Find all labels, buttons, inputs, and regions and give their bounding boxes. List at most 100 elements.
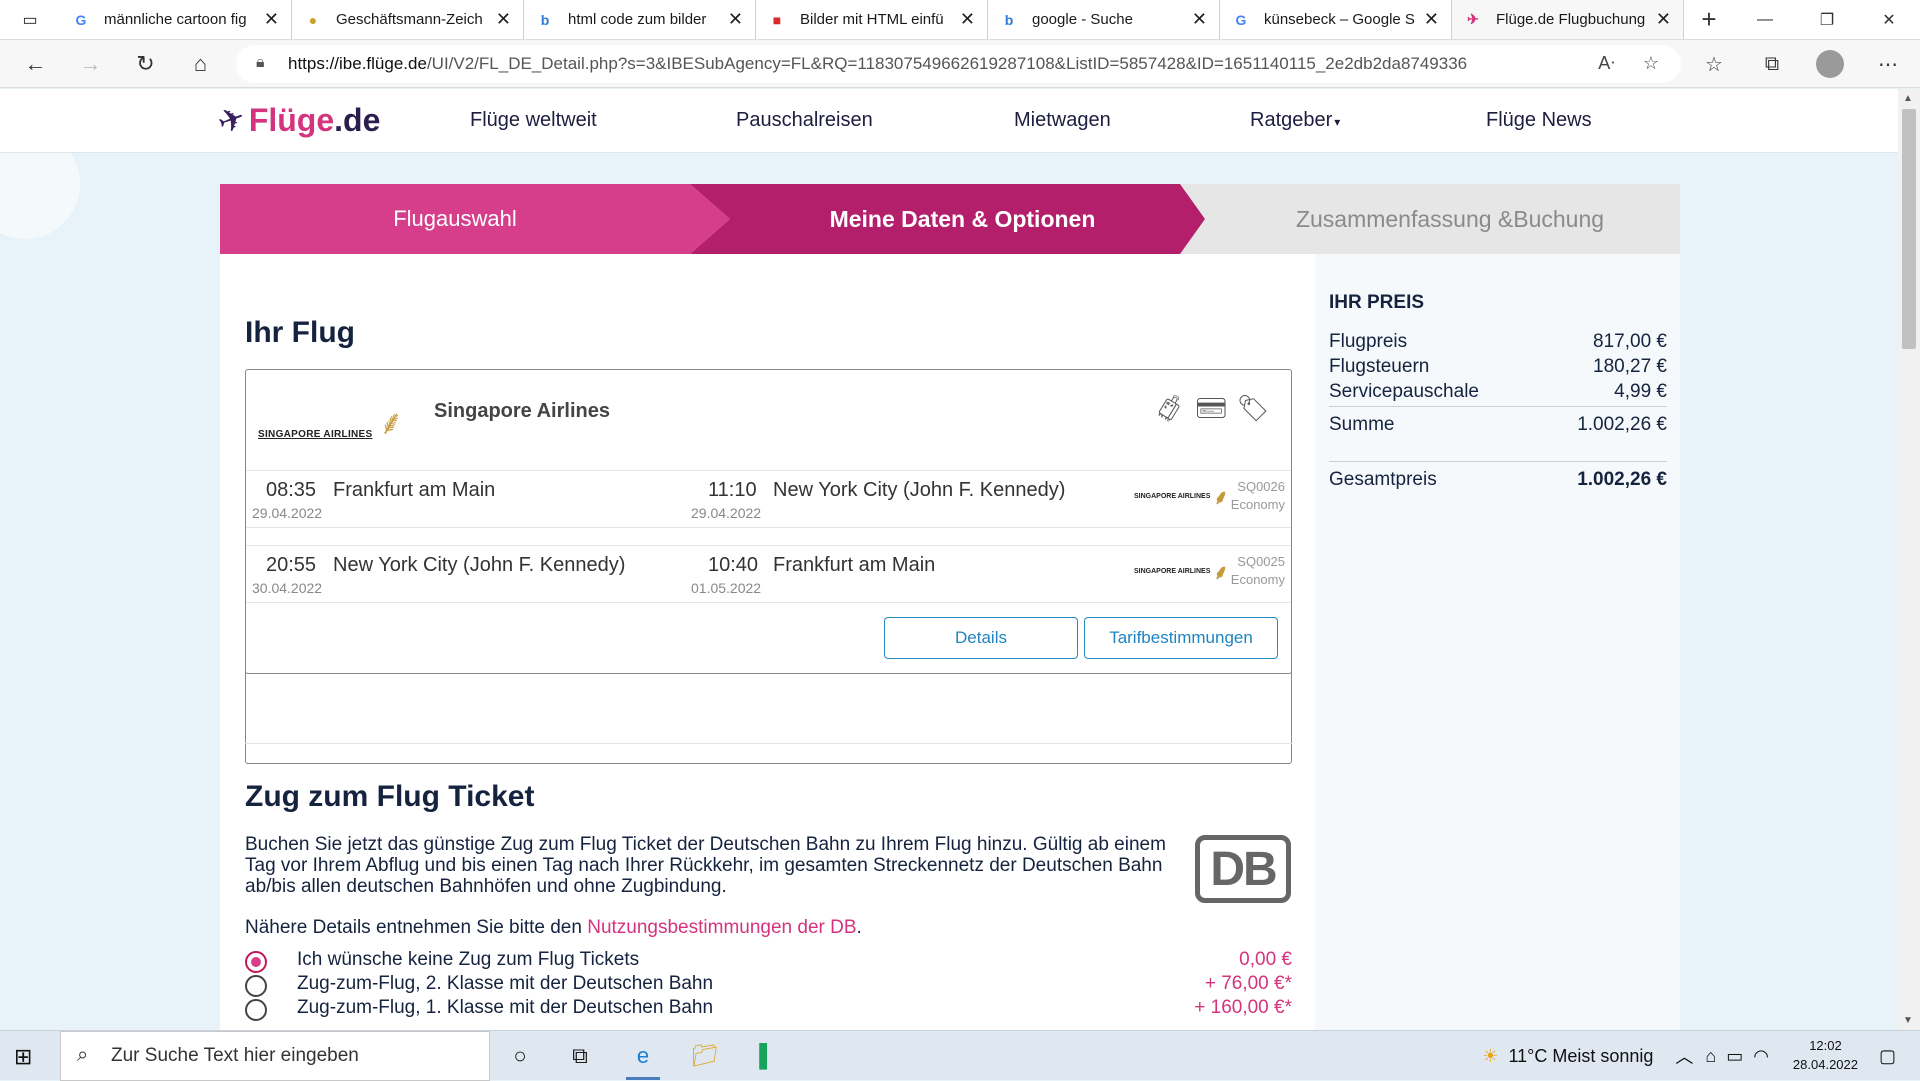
toolbar-right: ☆ ⧉ ⋯ bbox=[1692, 40, 1910, 88]
nav-pauschalreisen[interactable]: Pauschalreisen bbox=[736, 109, 873, 132]
clock[interactable]: 12:02 28.04.2022 bbox=[1793, 1036, 1858, 1074]
scroll-thumb[interactable] bbox=[1902, 109, 1916, 349]
price-divider bbox=[1329, 406, 1667, 407]
close-icon[interactable]: ✕ bbox=[1424, 9, 1439, 30]
profile-avatar[interactable] bbox=[1808, 50, 1852, 78]
battery-icon[interactable]: ▭ bbox=[1726, 1046, 1743, 1067]
read-aloud-icon[interactable]: Aᐧ bbox=[1598, 53, 1615, 74]
airline-name: Singapore Airlines bbox=[434, 400, 610, 422]
scroll-down-icon[interactable]: ▼ bbox=[1903, 1015, 1913, 1026]
lock-icon: 🔒︎ bbox=[256, 54, 265, 71]
browser-tab[interactable]: G männliche cartoon fig ✕ bbox=[60, 0, 292, 39]
plus-icon: + bbox=[1701, 4, 1717, 34]
singapore-bird-icon: ⸙ bbox=[378, 404, 405, 442]
tab-label: künsebeck – Google S bbox=[1264, 11, 1415, 28]
url-icons: Aᐧ ☆ bbox=[1598, 53, 1659, 74]
avatar bbox=[1816, 50, 1844, 78]
site-logo[interactable]: ✈ Flüge.de bbox=[213, 99, 381, 142]
forward-button[interactable]: → bbox=[63, 40, 118, 88]
nav-fluege-weltweit[interactable]: Flüge weltweit bbox=[470, 109, 597, 132]
wifi-icon[interactable]: ◠ bbox=[1753, 1046, 1769, 1067]
tab-label: google - Suche bbox=[1032, 11, 1133, 28]
logo-tld: .de bbox=[334, 101, 381, 138]
favorites-icon[interactable]: ☆ bbox=[1692, 52, 1736, 77]
close-icon[interactable]: ✕ bbox=[1656, 9, 1671, 30]
arrow-right-icon: → bbox=[79, 50, 102, 76]
add-favorite-icon[interactable]: ☆ bbox=[1643, 53, 1659, 74]
url-field[interactable]: 🔒︎ https://ibe.flüge.de/UI/V2/FL_DE_Deta… bbox=[236, 45, 1681, 83]
airline-mini-logo: SINGAPORE AIRLINES ⸙ bbox=[1134, 483, 1228, 510]
step-meine-daten: Meine Daten & Optionen bbox=[690, 184, 1205, 254]
notification-icon[interactable]: ▢ bbox=[1879, 1046, 1896, 1067]
browser-tab-active[interactable]: ✈ Flüge.de Flugbuchung ✕ bbox=[1452, 0, 1684, 39]
total-label: Gesamtpreis bbox=[1329, 469, 1437, 490]
reload-button[interactable]: ↻ bbox=[118, 40, 173, 88]
browser-tab[interactable]: b html code zum bilder ✕ bbox=[524, 0, 756, 39]
home-button[interactable]: ⌂ bbox=[173, 40, 228, 88]
cortana-icon[interactable]: ○ bbox=[495, 1031, 545, 1081]
details-button[interactable]: Details bbox=[884, 617, 1078, 659]
browser-tab[interactable]: ● Geschäftsmann-Zeich ✕ bbox=[292, 0, 524, 39]
browser-tab[interactable]: ■ Bilder mit HTML einfü ✕ bbox=[756, 0, 988, 39]
airline-mini-logo-text: SINGAPORE AIRLINES bbox=[1134, 493, 1211, 500]
price-title: IHR PREIS bbox=[1329, 292, 1425, 313]
minimize-button[interactable]: — bbox=[1734, 0, 1796, 40]
restore-button[interactable]: ❐ bbox=[1796, 0, 1858, 40]
close-icon[interactable]: ✕ bbox=[1192, 9, 1207, 30]
tab-label: Flüge.de Flugbuchung bbox=[1496, 11, 1646, 28]
close-icon[interactable]: ✕ bbox=[728, 9, 743, 30]
arr-date: 01.05.2022 bbox=[691, 580, 762, 596]
tarif-button[interactable]: Tarifbestimmungen bbox=[1084, 617, 1278, 659]
browser-tab[interactable]: b google - Suche ✕ bbox=[988, 0, 1220, 39]
arrow-left-icon: ← bbox=[24, 50, 47, 76]
price-value: 817,00 € bbox=[1593, 331, 1667, 352]
price-sum-row: Summe 1.002,26 € bbox=[1329, 414, 1667, 436]
price-panel: IHR PREIS Flugpreis 817,00 € Flugsteuern 1… bbox=[1315, 254, 1680, 1030]
close-window-button[interactable]: ✕ bbox=[1858, 0, 1920, 40]
taskbar-search[interactable]: ⌕ Zur Suche Text hier eingeben bbox=[60, 1031, 490, 1081]
address-bar-row: ← → ↻ ⌂ 🔒︎ https://ibe.flüge.de/UI/V2/FL… bbox=[0, 40, 1920, 88]
tab-actions-icon: ▭ bbox=[22, 11, 38, 29]
clock-date: 28.04.2022 bbox=[1792, 1057, 1858, 1072]
collections-icon[interactable]: ⧉ bbox=[1750, 53, 1794, 76]
weather-text[interactable]: 11°C Meist sonnig bbox=[1508, 1046, 1653, 1067]
nav-ratgeber[interactable]: Ratgeber ▾ bbox=[1250, 109, 1340, 132]
edge-icon[interactable]: e bbox=[618, 1031, 668, 1081]
total-value: 1.002,26 € bbox=[1577, 469, 1667, 490]
windows-start-icon[interactable]: ⊞ bbox=[14, 1044, 32, 1070]
db-terms-link[interactable]: Nutzungsbestimmungen der DB bbox=[587, 917, 856, 938]
app-icon[interactable]: ▌ bbox=[742, 1031, 792, 1081]
nav-ratgeber-label: Ratgeber bbox=[1250, 109, 1333, 131]
new-tab-button[interactable]: + bbox=[1684, 0, 1734, 39]
site-icon: ● bbox=[308, 11, 318, 28]
sum-value: 1.002,26 € bbox=[1577, 414, 1667, 435]
price-row: Flugsteuern 180,27 € bbox=[1329, 356, 1667, 378]
cabin-class: Economy bbox=[1230, 572, 1285, 587]
scroll-up-icon[interactable]: ▲ bbox=[1903, 93, 1913, 104]
browser-tab[interactable]: G künsebeck – Google S ✕ bbox=[1220, 0, 1452, 39]
step-flugauswahl[interactable]: Flugauswahl bbox=[220, 184, 730, 254]
nav-mietwagen[interactable]: Mietwagen bbox=[1014, 109, 1111, 132]
close-icon[interactable]: ✕ bbox=[496, 9, 511, 30]
airline-mini-logo-text: SINGAPORE AIRLINES bbox=[1134, 568, 1211, 575]
price-row: Servicepauschale 4,99 € bbox=[1329, 381, 1667, 403]
close-icon[interactable]: ✕ bbox=[264, 9, 279, 30]
task-view-icon[interactable]: ⧉ bbox=[555, 1031, 605, 1081]
tab-label: Geschäftsmann-Zeich bbox=[336, 11, 483, 28]
more-menu-icon[interactable]: ⋯ bbox=[1866, 52, 1910, 77]
singapore-bird-icon: ⸙ bbox=[1213, 562, 1229, 584]
flight-number: SQ0025 bbox=[1237, 554, 1285, 569]
nav-fluege-news[interactable]: Flüge News bbox=[1486, 109, 1592, 132]
chevron-up-icon[interactable]: ︿ bbox=[1675, 1043, 1693, 1069]
credit-card-icon: 💳︎ bbox=[1194, 392, 1228, 423]
back-button[interactable]: ← bbox=[8, 40, 63, 88]
weather-icon: ☀ bbox=[1482, 1045, 1499, 1066]
search-icon: ⌕ bbox=[77, 1044, 89, 1066]
close-icon[interactable]: ✕ bbox=[960, 9, 975, 30]
page-scrollbar[interactable]: ▲ ▼ bbox=[1898, 89, 1920, 1030]
dep-time: 08:35 bbox=[266, 479, 317, 501]
file-explorer-icon[interactable]: 📁︎ bbox=[680, 1031, 730, 1081]
tab-actions-button[interactable]: ▭ bbox=[0, 0, 60, 39]
network-icon[interactable]: ⌂ bbox=[1705, 1046, 1716, 1067]
price-row: Flugpreis 817,00 € bbox=[1329, 331, 1667, 353]
